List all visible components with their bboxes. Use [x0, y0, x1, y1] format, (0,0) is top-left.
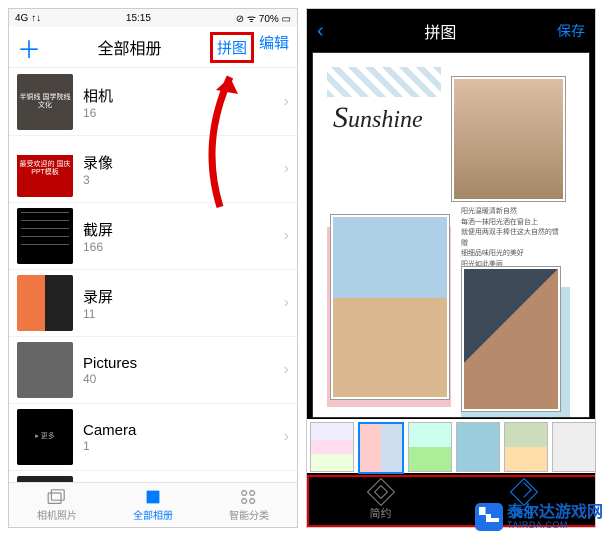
template-thumb[interactable] — [310, 422, 354, 472]
stack-icon — [47, 489, 67, 505]
page-title: 全部相册 — [49, 35, 210, 59]
album-row[interactable]: 截屏 166 › — [9, 203, 297, 270]
page-title: 拼图 — [324, 19, 557, 43]
album-name: 录像 — [83, 152, 113, 173]
album-icon — [143, 489, 163, 505]
back-button[interactable]: ‹ — [317, 20, 324, 43]
template-thumb[interactable] — [408, 422, 452, 472]
album-row[interactable]: ▸ 更多 Camera 1 › — [9, 404, 297, 471]
signal-indicator: 4G ↑↓ — [15, 13, 41, 24]
clock: 15:15 — [41, 13, 236, 24]
template-thumb-selected[interactable] — [358, 422, 404, 474]
tab-label: 智能分类 — [229, 507, 269, 522]
left-phone-albums: 4G ↑↓ 15:15 ⊘ ᯤ 70% ▭ ＋ 全部相册 拼图 编辑 半铜线 国… — [8, 8, 298, 528]
right-phone-collage: ‹ 拼图 保存 Sunshine 阳光温暖清新自然 每洒一抹阳光洒在窗台上 就便… — [306, 8, 596, 528]
collage-mode-bar: 简约 海报 — [307, 475, 595, 527]
album-thumbnail — [17, 342, 73, 398]
add-button[interactable]: ＋ — [17, 30, 39, 65]
template-strip[interactable] — [307, 419, 595, 473]
nav-right-actions: 拼图 编辑 — [210, 32, 289, 63]
mode-simple[interactable]: 简约 — [309, 477, 452, 525]
tab-camera-photos[interactable]: 相机照片 — [9, 483, 105, 527]
album-count: 1 — [83, 439, 136, 453]
collage-button[interactable]: 拼图 — [210, 32, 254, 63]
poster-caption: 阳光温暖清新自然 每洒一抹阳光洒在窗台上 就便用两双手捧住这大自然的馈赠 细细品… — [461, 207, 565, 270]
album-thumbnail: 半铜线 国学院线文化 — [17, 74, 73, 130]
album-row[interactable]: 录屏 11 › — [9, 270, 297, 337]
album-count: 40 — [83, 372, 137, 386]
chevron-right-icon: › — [284, 361, 289, 379]
album-row[interactable]: 半铜线 国学院线文化 相机 16 › — [9, 69, 297, 136]
album-thumbnail: ▸ 更多 — [17, 409, 73, 465]
chevron-right-icon: › — [284, 227, 289, 245]
decorative-stripe — [327, 67, 441, 97]
tab-all-albums[interactable]: 全部相册 — [105, 483, 201, 527]
chevron-right-icon: › — [284, 294, 289, 312]
simple-icon — [366, 477, 394, 505]
album-thumbnail — [17, 208, 73, 264]
template-thumb[interactable] — [504, 422, 548, 472]
tab-label: 全部相册 — [133, 507, 173, 522]
album-list[interactable]: 半铜线 国学院线文化 相机 16 › 最受欢迎的 国庆PPT模板 录像 3 › … — [9, 69, 297, 483]
template-thumb[interactable] — [552, 422, 596, 472]
album-row[interactable]: Pictures 40 › — [9, 337, 297, 404]
album-name: 截屏 — [83, 219, 113, 240]
album-count: 11 — [83, 307, 113, 321]
chevron-right-icon: › — [284, 428, 289, 446]
album-name: 录屏 — [83, 286, 113, 307]
template-thumb[interactable] — [456, 422, 500, 472]
tab-smart[interactable]: 智能分类 — [201, 483, 297, 527]
chevron-right-icon: › — [284, 160, 289, 178]
album-count: 16 — [83, 106, 113, 120]
poster-photo-right[interactable] — [462, 267, 560, 411]
grid-icon — [239, 489, 259, 505]
bottom-tabbar: 相机照片 全部相册 智能分类 — [9, 482, 297, 527]
poster-photo-top[interactable] — [452, 77, 565, 201]
collage-canvas[interactable]: Sunshine 阳光温暖清新自然 每洒一抹阳光洒在窗台上 就便用两双手捧住这大… — [313, 53, 589, 417]
album-name: Pictures — [83, 355, 137, 372]
poster-icon — [509, 477, 537, 505]
edit-button[interactable]: 编辑 — [259, 32, 289, 63]
poster-headline: Sunshine — [333, 101, 423, 135]
mode-label: 海报 — [513, 505, 535, 521]
mode-poster[interactable]: 海报 — [452, 477, 595, 525]
tab-label: 相机照片 — [37, 507, 77, 522]
poster-photo-left[interactable] — [331, 215, 449, 399]
album-thumbnail — [17, 275, 73, 331]
album-row[interactable]: 最受欢迎的 国庆PPT模板 录像 3 › — [9, 136, 297, 203]
mode-label: 简约 — [370, 505, 392, 521]
battery-indicator: ⊘ ᯤ 70% ▭ — [236, 11, 291, 25]
album-thumbnail: 最受欢迎的 国庆PPT模板 — [17, 141, 73, 197]
albums-navbar: ＋ 全部相册 拼图 编辑 — [9, 27, 297, 68]
save-button[interactable]: 保存 — [557, 21, 585, 41]
album-count: 166 — [83, 240, 113, 254]
chevron-right-icon: › — [284, 93, 289, 111]
album-count: 3 — [83, 173, 113, 187]
album-name: Camera — [83, 422, 136, 439]
collage-navbar: ‹ 拼图 保存 — [307, 9, 595, 53]
album-name: 相机 — [83, 85, 113, 106]
status-bar: 4G ↑↓ 15:15 ⊘ ᯤ 70% ▭ — [9, 9, 297, 27]
